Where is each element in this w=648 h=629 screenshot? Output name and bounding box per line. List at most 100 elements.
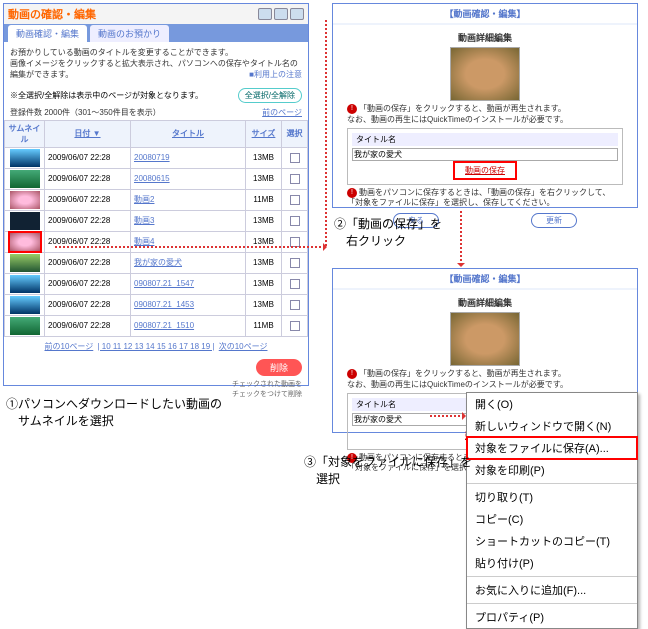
arrow-2 [460,211,462,265]
video-preview[interactable] [450,312,520,366]
row-checkbox[interactable] [290,216,300,226]
tabs: 動画確認・編集 動画のお預かり [4,24,308,42]
context-menu-item[interactable]: コピー(C) [467,508,637,530]
col-size-sort[interactable]: サイズ [252,129,276,138]
pager-prev[interactable]: 前の10ページ [45,342,94,351]
breadcrumb: 【動画確認・編集】 [333,4,637,23]
cell-size: 13MB [246,252,282,273]
breadcrumb: 【動画確認・編集】 [333,269,637,288]
context-menu-item[interactable]: 切り取り(T) [467,486,637,508]
cell-date: 2009/06/07 22:28 [45,294,131,315]
context-menu-item[interactable]: 開く(O) [467,393,637,415]
update-button[interactable]: 更新 [531,213,577,228]
row-checkbox[interactable] [290,195,300,205]
context-menu-item[interactable]: ショートカットのコピー(T) [467,530,637,552]
cell-date: 2009/06/07 22:28 [45,231,131,252]
count-row: 登録件数 2000件（301～350件目を表示） 前のページ [4,105,308,120]
pager: 前の10ページ | 10 11 12 13 14 15 16 17 18 19 … [4,337,308,356]
cell-date: 2009/06/07 22:28 [45,147,131,168]
arrow-1 [55,246,325,248]
caution-link[interactable]: ■利用上の注意 [249,69,302,80]
row-checkbox[interactable] [290,300,300,310]
description: お預かりしている動画のタイトルを変更することができます。 画像イメージをクリック… [4,42,308,86]
row-checkbox[interactable] [290,153,300,163]
thumbnail[interactable] [10,296,40,314]
context-menu-item[interactable]: 対象をファイルに保存(A)... [467,437,637,459]
table-row: 2009/06/07 22:28090807.21_151011MB [5,315,308,336]
select-all-button[interactable]: 全選択/全解除 [238,88,302,103]
save-video-link[interactable]: 動画の保存 [455,163,515,178]
thumbnail[interactable] [10,254,40,272]
annotation-2: ②「動画の保存」を 右クリック [334,216,442,250]
thumbnail[interactable] [10,233,40,251]
info-line-2: !動画をパソコンに保存するときは、「動画の保存」を右クリックして、 「対象をファ… [347,188,623,209]
table-row: 2009/06/07 22:28090807.21_145313MB [5,294,308,315]
cell-title[interactable]: 我が家の愛犬 [131,252,246,273]
row-checkbox[interactable] [290,321,300,331]
row-checkbox[interactable] [290,258,300,268]
cell-size: 13MB [246,294,282,315]
cell-size: 13MB [246,273,282,294]
col-date-sort[interactable]: 日付 ▼ [74,129,100,138]
bullet-icon: ! [347,104,357,114]
cell-title[interactable]: 090807.21_1510 [131,315,246,336]
cell-date: 2009/06/07 22:28 [45,189,131,210]
table-row: 2009/06/07 22:28090807.21_154713MB [5,273,308,294]
cell-title[interactable]: 20080615 [131,168,246,189]
cell-title[interactable]: 動画2 [131,189,246,210]
cell-date: 2009/06/07 22:28 [45,168,131,189]
cell-title[interactable]: 動画3 [131,210,246,231]
col-select: 選択 [282,120,308,147]
table-row: 2009/06/07 22:28動画211MB [5,189,308,210]
thumbnail[interactable] [10,275,40,293]
detail-body: 動画詳細編集 !「動画の保存」をクリックすると、動画が再生されます。 なお、動画… [333,25,637,234]
bullet-icon: ! [347,188,357,198]
cell-size: 13MB [246,168,282,189]
tab-confirm[interactable]: 動画確認・編集 [8,25,87,42]
cell-title[interactable]: 090807.21_1453 [131,294,246,315]
cell-size: 13MB [246,147,282,168]
section-title: 動画詳細編集 [347,31,623,44]
cell-title[interactable]: 動画4 [131,231,246,252]
title-input[interactable] [352,148,618,161]
info-line-1: !「動画の保存」をクリックすると、動画が再生されます。 なお、動画の再生にはQu… [347,104,623,125]
delete-button[interactable]: 削除 [256,359,302,376]
col-title-sort[interactable]: タイトル [172,129,204,138]
col-thumb: サムネイル [5,120,45,147]
cell-title[interactable]: 20080719 [131,147,246,168]
row-checkbox[interactable] [290,174,300,184]
info-line-1: !「動画の保存」をクリックすると、動画が再生されます。 なお、動画の再生にはQu… [347,369,623,390]
thumbnail[interactable] [10,191,40,209]
thumbnail[interactable] [10,212,40,230]
context-menu-item[interactable]: お気に入りに追加(F)... [467,579,637,601]
context-menu[interactable]: 開く(O)新しいウィンドウで開く(N)対象をファイルに保存(A)...対象を印刷… [466,392,638,629]
thumbnail[interactable] [10,149,40,167]
delete-row: 削除 [4,356,308,379]
cell-title[interactable]: 090807.21_1547 [131,273,246,294]
table-row: 2009/06/07 22:28動画313MB [5,210,308,231]
context-menu-item[interactable]: 貼り付け(P) [467,552,637,574]
annotation-1: ①パソコンへダウンロードしたい動画の サムネイルを選択 [6,396,222,430]
video-preview[interactable] [450,47,520,101]
pager-next[interactable]: 次の10ページ [219,342,268,351]
context-menu-item[interactable]: 新しいウィンドウで開く(N) [467,415,637,437]
prev-page-link[interactable]: 前のページ [262,107,302,118]
table-row: 2009/06/07 22:28我が家の愛犬13MB [5,252,308,273]
cell-size: 13MB [246,210,282,231]
table-row: 2009/06/07 22:28動画413MB [5,231,308,252]
context-menu-item[interactable]: 対象を印刷(P) [467,459,637,481]
bullet-icon: ! [347,369,357,379]
thumbnail[interactable] [10,170,40,188]
header: 動画の確認・編集 [4,4,308,24]
pc-icon [290,8,304,20]
thumbnail[interactable] [10,317,40,335]
row-checkbox[interactable] [290,279,300,289]
annotation-3: ③「対象をファイルに保存」を 選択 [304,454,472,488]
tab-storage[interactable]: 動画のお預かり [90,25,169,42]
arrow-1v [325,20,327,246]
context-menu-item[interactable]: プロパティ(P) [467,606,637,628]
table-row: 2009/06/07 22:282008071913MB [5,147,308,168]
page-title: 動画の確認・編集 [8,6,96,22]
cell-size: 11MB [246,189,282,210]
video-table: サムネイル 日付 ▼ タイトル サイズ 選択 2009/06/07 22:282… [4,120,308,337]
